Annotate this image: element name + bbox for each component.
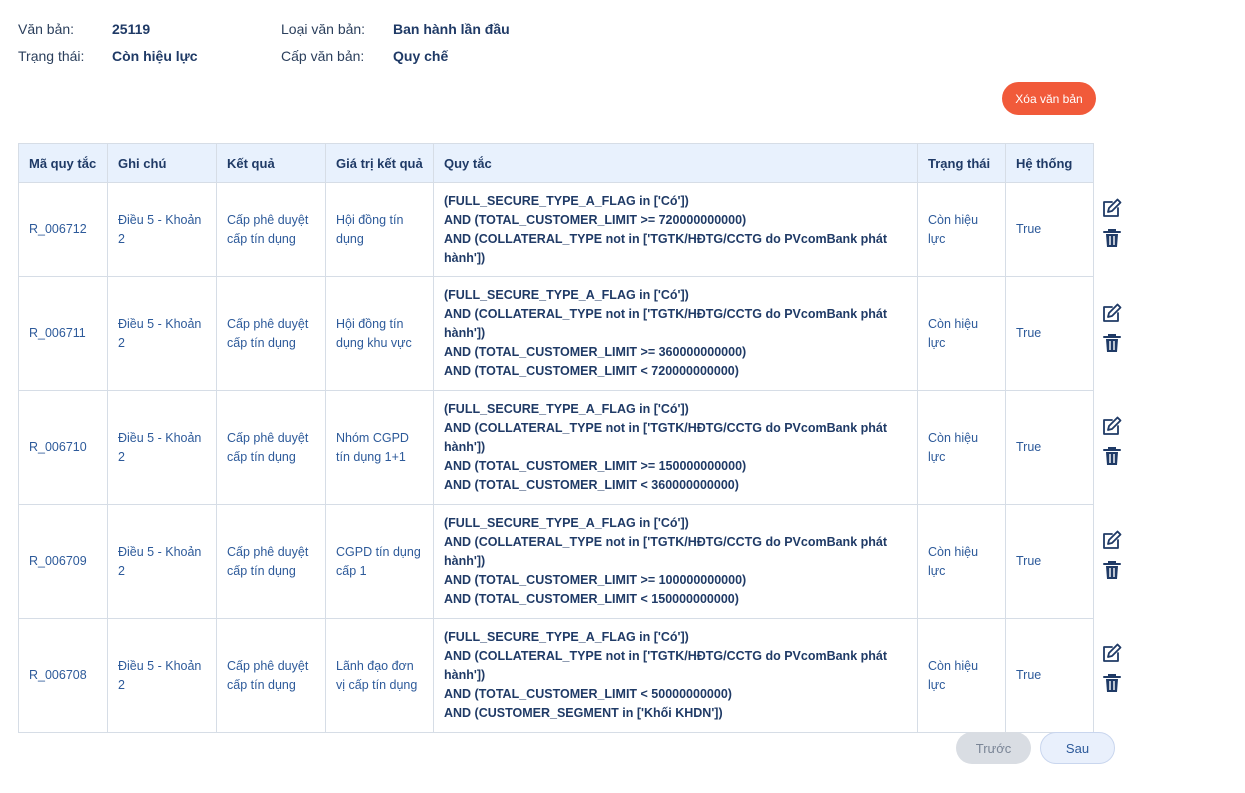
rule-line: (FULL_SECURE_TYPE_A_FLAG in ['Có']) — [444, 516, 689, 530]
rule-expression: (FULL_SECURE_TYPE_A_FLAG in ['Có']) AND … — [433, 618, 918, 733]
meta-row-2: Trạng thái: Còn hiệu lực Cấp văn bản: Qu… — [18, 42, 510, 69]
type-label: Loại văn bản: — [281, 20, 366, 37]
rule-result-value: Hội đồng tín dụng khu vực — [325, 276, 434, 391]
rule-system: True — [1005, 182, 1094, 277]
rule-note: Điều 5 - Khoản 2 — [107, 182, 217, 277]
rule-line: AND (TOTAL_CUSTOMER_LIMIT >= 10000000000… — [444, 573, 747, 587]
status-label: Trạng thái: — [18, 47, 85, 64]
row-actions — [1100, 641, 1124, 695]
edit-icon[interactable] — [1100, 528, 1124, 552]
rule-line: AND (TOTAL_CUSTOMER_LIMIT < 50000000000) — [444, 687, 732, 701]
row-actions — [1100, 414, 1124, 468]
rule-line: AND (COLLATERAL_TYPE not in ['TGTK/HĐTG/… — [444, 307, 888, 340]
rule-system: True — [1005, 276, 1094, 391]
rule-system: True — [1005, 390, 1094, 505]
table-header-row: Mã quy tắc Ghi chú Kết quả Giá trị kết q… — [18, 143, 1094, 183]
rule-result: Cấp phê duyệt cấp tín dụng — [216, 276, 326, 391]
trash-icon[interactable] — [1100, 444, 1124, 468]
rule-line: (FULL_SECURE_TYPE_A_FLAG in ['Có']) — [444, 630, 689, 644]
rule-line: AND (CUSTOMER_SEGMENT in ['Khối KHDN']) — [444, 706, 723, 720]
rule-line: (FULL_SECURE_TYPE_A_FLAG in ['Có']) — [444, 288, 689, 302]
rule-expression: (FULL_SECURE_TYPE_A_FLAG in ['Có']) AND … — [433, 390, 918, 505]
rule-status: Còn hiệu lực — [917, 390, 1006, 505]
prev-page-button[interactable]: Trước — [956, 732, 1031, 764]
rule-result: Cấp phê duyệt cấp tín dụng — [216, 390, 326, 505]
rule-line: AND (TOTAL_CUSTOMER_LIMIT < 360000000000… — [444, 478, 739, 492]
col-header-status: Trạng thái — [917, 143, 1006, 183]
rule-result-value: Nhóm CGPD tín dụng 1+1 — [325, 390, 434, 505]
table-row: R_006710 Điều 5 - Khoản 2 Cấp phê duyệt … — [18, 390, 1094, 505]
col-header-code: Mã quy tắc — [18, 143, 108, 183]
rule-system: True — [1005, 504, 1094, 619]
rule-result: Cấp phê duyệt cấp tín dụng — [216, 504, 326, 619]
rule-code: R_006709 — [18, 504, 108, 619]
rule-note: Điều 5 - Khoản 2 — [107, 504, 217, 619]
next-page-button[interactable]: Sau — [1040, 732, 1115, 764]
row-actions — [1100, 528, 1124, 582]
col-header-result: Kết quả — [216, 143, 326, 183]
rule-expression: (FULL_SECURE_TYPE_A_FLAG in ['Có']) AND … — [433, 504, 918, 619]
trash-icon[interactable] — [1100, 331, 1124, 355]
trash-icon[interactable] — [1100, 226, 1124, 250]
rule-code: R_006710 — [18, 390, 108, 505]
rule-line: AND (TOTAL_CUSTOMER_LIMIT < 720000000000… — [444, 364, 739, 378]
rule-line: AND (TOTAL_CUSTOMER_LIMIT >= 15000000000… — [444, 459, 747, 473]
document-meta: Văn bản: 25119 Loại văn bản: Ban hành lầ… — [18, 15, 510, 69]
rule-line: AND (TOTAL_CUSTOMER_LIMIT >= 72000000000… — [444, 212, 747, 227]
rule-result-value: Hội đồng tín dụng — [325, 182, 434, 277]
rule-note: Điều 5 - Khoản 2 — [107, 276, 217, 391]
doc-label: Văn bản: — [18, 20, 75, 37]
doc-level: Quy chế — [393, 47, 449, 64]
row-actions — [1100, 301, 1124, 355]
rule-code: R_006712 — [18, 182, 108, 277]
edit-icon[interactable] — [1100, 641, 1124, 665]
rule-code: R_006711 — [18, 276, 108, 391]
rule-result-value: Lãnh đạo đơn vị cấp tín dụng — [325, 618, 434, 733]
table-row: R_006711 Điều 5 - Khoản 2 Cấp phê duyệt … — [18, 276, 1094, 391]
rule-expression: (FULL_SECURE_TYPE_A_FLAG in ['Có']) AND … — [433, 276, 918, 391]
table-row: R_006709 Điều 5 - Khoản 2 Cấp phê duyệt … — [18, 504, 1094, 619]
rule-line: AND (COLLATERAL_TYPE not in ['TGTK/HĐTG/… — [444, 649, 888, 682]
edit-icon[interactable] — [1100, 196, 1124, 220]
table-row: R_006712 Điều 5 - Khoản 2 Cấp phê duyệt … — [18, 182, 1094, 277]
doc-type: Ban hành lần đầu — [393, 20, 510, 37]
trash-icon[interactable] — [1100, 558, 1124, 582]
rule-line: AND (TOTAL_CUSTOMER_LIMIT < 150000000000… — [444, 592, 739, 606]
meta-row-1: Văn bản: 25119 Loại văn bản: Ban hành lầ… — [18, 15, 510, 42]
rule-note: Điều 5 - Khoản 2 — [107, 618, 217, 733]
rule-result: Cấp phê duyệt cấp tín dụng — [216, 182, 326, 277]
rule-status: Còn hiệu lực — [917, 618, 1006, 733]
rule-line: AND (COLLATERAL_TYPE not in ['TGTK/HĐTG/… — [444, 535, 888, 568]
table-row: R_006708 Điều 5 - Khoản 2 Cấp phê duyệt … — [18, 618, 1094, 733]
rule-line: AND (TOTAL_CUSTOMER_LIMIT >= 36000000000… — [444, 345, 747, 359]
col-header-rule: Quy tắc — [433, 143, 918, 183]
rule-note: Điều 5 - Khoản 2 — [107, 390, 217, 505]
trash-icon[interactable] — [1100, 671, 1124, 695]
edit-icon[interactable] — [1100, 414, 1124, 438]
edit-icon[interactable] — [1100, 301, 1124, 325]
col-header-result-value: Giá trị kết quả — [325, 143, 434, 183]
rules-table: Mã quy tắc Ghi chú Kết quả Giá trị kết q… — [18, 143, 1094, 733]
col-header-system: Hệ thống — [1005, 143, 1094, 183]
rule-line: AND (COLLATERAL_TYPE not in ['TGTK/HĐTG/… — [444, 231, 888, 265]
delete-document-button[interactable]: Xóa văn bản — [1002, 82, 1096, 115]
rule-system: True — [1005, 618, 1094, 733]
rule-result-value: CGPD tín dụng cấp 1 — [325, 504, 434, 619]
rule-status: Còn hiệu lực — [917, 182, 1006, 277]
rule-result: Cấp phê duyệt cấp tín dụng — [216, 618, 326, 733]
level-label: Cấp văn bản: — [281, 47, 365, 64]
rule-line: (FULL_SECURE_TYPE_A_FLAG in ['Có']) — [444, 193, 689, 208]
rule-code: R_006708 — [18, 618, 108, 733]
row-actions — [1100, 196, 1124, 250]
rule-expression: (FULL_SECURE_TYPE_A_FLAG in ['Có']) AND … — [433, 182, 918, 277]
rule-status: Còn hiệu lực — [917, 276, 1006, 391]
rule-line: AND (COLLATERAL_TYPE not in ['TGTK/HĐTG/… — [444, 421, 888, 454]
doc-status: Còn hiệu lực — [112, 47, 198, 64]
rule-status: Còn hiệu lực — [917, 504, 1006, 619]
col-header-note: Ghi chú — [107, 143, 217, 183]
doc-number: 25119 — [112, 20, 151, 37]
rule-line: (FULL_SECURE_TYPE_A_FLAG in ['Có']) — [444, 402, 689, 416]
